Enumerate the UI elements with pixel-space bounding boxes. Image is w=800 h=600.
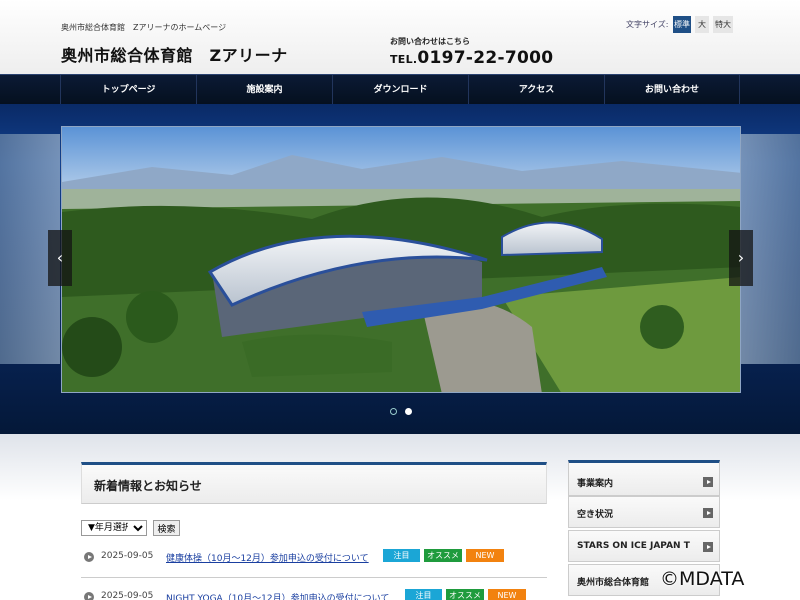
month-select[interactable]: ▼年月選択 bbox=[81, 520, 147, 536]
tag-featured: 注目 bbox=[383, 549, 420, 562]
tag-recommended: オススメ bbox=[424, 549, 462, 562]
contact-label: お問い合わせはこちら bbox=[390, 37, 470, 46]
sidebar-item-label: 事業案内 bbox=[577, 479, 614, 489]
tag-new: NEW bbox=[466, 549, 504, 562]
site-header: 奥州市総合体育館 Zアリーナのホームページ 奥州市総合体育館 Zアリーナ お問い… bbox=[0, 0, 800, 74]
sidebar-item-availability[interactable]: 空き状況 bbox=[568, 496, 720, 528]
slider-dot-2-active[interactable] bbox=[405, 408, 412, 415]
sidebar-item-label: STARS ON ICE JAPAN T bbox=[577, 541, 690, 551]
sidebar-item-label: 空き状況 bbox=[577, 510, 614, 520]
news-item: 2025-09-05 健康体操（10月～12月）参加申込の受付について 注目 オ… bbox=[81, 546, 547, 570]
news-divider bbox=[81, 577, 547, 578]
play-bullet-icon bbox=[84, 552, 94, 562]
nav-item-facilities[interactable]: 施設案内 bbox=[196, 75, 332, 105]
news-search-button[interactable]: 検索 bbox=[153, 520, 180, 536]
arrow-right-icon bbox=[703, 477, 713, 487]
play-bullet-icon bbox=[84, 592, 94, 600]
arrow-right-icon bbox=[703, 542, 713, 552]
slider-prev-button[interactable]: ‹ bbox=[48, 230, 72, 286]
slider-photo-arena-aerial[interactable] bbox=[61, 126, 741, 393]
copyright-watermark: ©MDATA bbox=[660, 568, 745, 590]
news-title-link[interactable]: 健康体操（10月～12月）参加申込の受付について bbox=[166, 551, 369, 564]
news-heading: 新着情報とお知らせ bbox=[94, 479, 202, 493]
phone-prefix: TEL. bbox=[390, 53, 418, 66]
news-header-panel: 新着情報とお知らせ bbox=[81, 462, 547, 504]
site-title[interactable]: 奥州市総合体育館 Zアリーナ bbox=[61, 42, 288, 66]
tag-featured: 注目 bbox=[405, 589, 442, 600]
hero-slider: ‹ › bbox=[0, 104, 800, 434]
tag-recommended: オススメ bbox=[446, 589, 484, 600]
news-item: 2025-09-05 NIGHT YOGA（10月～12月）参加申込の受付につい… bbox=[81, 586, 547, 600]
tag-new: NEW bbox=[488, 589, 526, 600]
global-nav: トップページ 施設案内 ダウンロード アクセス お問い合わせ bbox=[0, 74, 800, 105]
nav-item-top[interactable]: トップページ bbox=[60, 75, 196, 105]
nav-item-download[interactable]: ダウンロード bbox=[332, 75, 468, 105]
slider-dot-1[interactable] bbox=[390, 408, 397, 415]
font-size-label: 文字サイズ: bbox=[626, 20, 669, 29]
nav-item-access[interactable]: アクセス bbox=[468, 75, 604, 105]
phone-number: 0197-22-7000 bbox=[417, 48, 554, 68]
news-date: 2025-09-05 bbox=[101, 591, 154, 600]
news-date: 2025-09-05 bbox=[101, 551, 154, 561]
sidebar-item-business[interactable]: 事業案内 bbox=[568, 460, 720, 496]
sidebar-item-stars-on-ice[interactable]: STARS ON ICE JAPAN T bbox=[568, 530, 720, 562]
font-size-standard-button[interactable]: 標準 bbox=[673, 16, 691, 33]
slider-next-button[interactable]: › bbox=[729, 230, 753, 286]
font-size-large-button[interactable]: 大 bbox=[695, 16, 709, 33]
nav-item-contact[interactable]: お問い合わせ bbox=[604, 75, 740, 105]
news-title-link[interactable]: NIGHT YOGA（10月～12月）参加申込の受付について bbox=[166, 591, 389, 600]
site-tagline: 奥州市総合体育館 Zアリーナのホームページ bbox=[61, 23, 227, 32]
arena-aerial-photo bbox=[62, 127, 740, 392]
font-size-xlarge-button[interactable]: 特大 bbox=[713, 16, 733, 33]
contact-phone: TEL.0197-22-7000 bbox=[390, 48, 553, 68]
arrow-right-icon bbox=[703, 508, 713, 518]
